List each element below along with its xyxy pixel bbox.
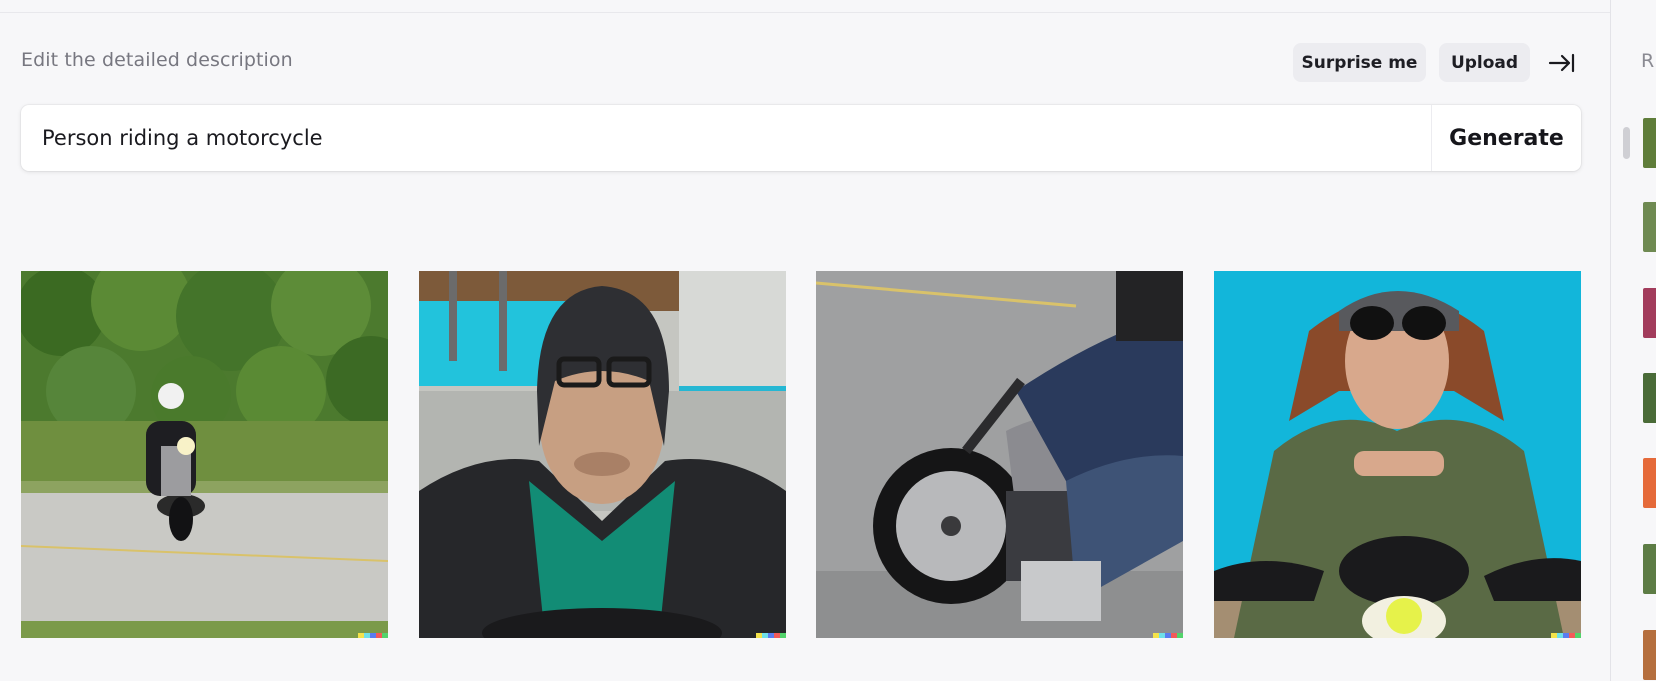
color-signature [1551,633,1581,638]
surprise-me-button[interactable]: Surprise me [1293,43,1426,82]
history-thumbnail[interactable] [1643,373,1656,423]
history-sidebar: R [1610,0,1656,681]
generate-button[interactable]: Generate [1432,105,1581,171]
color-signature [756,633,786,638]
color-signature [358,633,388,638]
arrow-right-to-bar-icon [1548,53,1575,73]
collapse-panel-button[interactable] [1546,48,1578,78]
prompt-input[interactable] [21,105,1431,171]
sidebar-title: R [1641,50,1655,72]
result-image-2[interactable] [419,271,786,638]
color-signature [1153,633,1183,638]
history-thumbnail[interactable] [1643,288,1656,338]
history-thumbnail[interactable] [1643,544,1656,594]
history-thumbnail[interactable] [1643,458,1656,508]
top-divider [0,12,1610,13]
prompt-bar: Generate [21,105,1581,171]
history-thumbnail[interactable] [1643,202,1656,252]
sidebar-scrollbar[interactable] [1623,127,1630,159]
history-thumbnail[interactable] [1643,630,1656,680]
result-image-1[interactable] [21,271,388,638]
upload-button[interactable]: Upload [1439,43,1530,82]
history-thumbnail[interactable] [1643,118,1656,168]
prompt-hint: Edit the detailed description [21,49,293,71]
editor-panel: Edit the detailed description Surprise m… [0,0,1610,681]
result-image-3[interactable] [816,271,1183,638]
result-image-4[interactable] [1214,271,1581,638]
